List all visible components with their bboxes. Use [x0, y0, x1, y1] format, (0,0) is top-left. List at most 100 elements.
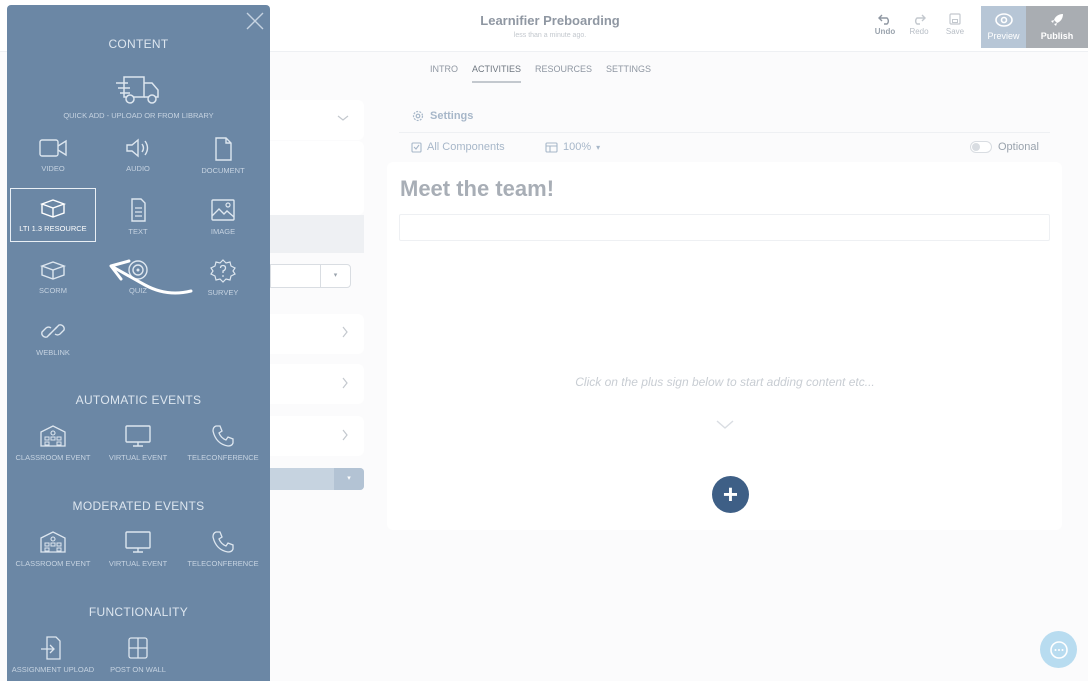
content-item-scorm[interactable]: SCORM	[10, 259, 96, 295]
layout-icon	[545, 141, 558, 153]
settings-label: Settings	[430, 110, 474, 122]
module-select[interactable]	[270, 264, 320, 288]
virtual-event-label: VIRTUAL EVENT	[108, 559, 168, 568]
tab-settings[interactable]: SETTINGS	[606, 64, 651, 83]
moderated-item-virtual-event[interactable]: VIRTUAL EVENT	[95, 530, 181, 568]
optional-toggle-group: Optional	[970, 141, 1039, 153]
content-item-audio[interactable]: AUDIO	[95, 137, 181, 173]
automatic-item-classroom-event[interactable]: CLASSROOM EVENT	[10, 424, 96, 462]
link-icon	[41, 324, 65, 338]
all-components-label: All Components	[427, 141, 505, 153]
monitor-icon	[125, 531, 151, 553]
grid-icon	[128, 637, 148, 659]
teleconference-label: TELECONFERENCE	[187, 453, 259, 462]
document-icon	[215, 137, 232, 161]
functionality-item-assignment-upload[interactable]: ASSIGNMENT UPLOAD	[10, 636, 96, 674]
section-title-moderated-events: MODERATED EVENTS	[72, 499, 205, 513]
chevron-right-icon[interactable]	[340, 376, 350, 393]
add-module-button[interactable]: ▾	[270, 468, 364, 490]
zoom-label: 100%	[563, 141, 592, 153]
undo-icon	[878, 14, 889, 25]
save-button[interactable]: Save	[940, 13, 970, 36]
delivery-truck-icon	[115, 76, 159, 104]
course-title: Learnifier Preboarding	[480, 13, 620, 28]
content-item-text[interactable]: TEXT	[95, 198, 181, 236]
lti-resource-label: LTI 1.3 RESOURCE	[19, 224, 87, 233]
quick-add-button[interactable]: QUICK ADD - UPLOAD OR FROM LIBRARY	[7, 73, 270, 120]
activity-settings-link[interactable]: Settings	[412, 110, 473, 122]
monitor-icon	[125, 425, 151, 447]
all-components-button[interactable]: All Components	[411, 141, 505, 153]
phone-icon	[212, 531, 234, 553]
undo-label: Undo	[874, 27, 896, 36]
content-item-lti-resource[interactable]: LTI 1.3 RESOURCE	[10, 188, 96, 242]
automatic-item-virtual-event[interactable]: VIRTUAL EVENT	[95, 424, 181, 462]
content-item-video[interactable]: VIDEO	[10, 137, 96, 173]
section-title-automatic-events: AUTOMATIC EVENTS	[75, 393, 202, 407]
rocket-icon	[1051, 14, 1063, 26]
chat-icon	[1049, 640, 1068, 659]
selected-activity-row[interactable]	[270, 215, 364, 253]
chevron-right-icon[interactable]	[340, 325, 350, 342]
phone-icon	[212, 425, 234, 447]
module-select-toggle[interactable]: ▾	[320, 264, 351, 288]
chevron-right-icon[interactable]	[340, 428, 350, 445]
add-module-dropdown[interactable]: ▾	[334, 468, 364, 490]
open-box-icon	[39, 199, 67, 218]
tab-resources[interactable]: RESOURCES	[535, 64, 592, 83]
content-item-document[interactable]: DOCUMENT	[180, 137, 266, 175]
weblink-label: WEBLINK	[36, 348, 70, 357]
chevron-down-icon[interactable]	[336, 110, 350, 126]
assignment-upload-label: ASSIGNMENT UPLOAD	[11, 665, 95, 674]
last-saved-status: less than a minute ago.	[513, 32, 587, 39]
zoom-select[interactable]: 100% ▾	[545, 141, 600, 153]
upload-document-icon	[41, 636, 61, 660]
course-tabs: INTRO ACTIVITIES RESOURCES SETTINGS	[430, 64, 651, 83]
tab-activities[interactable]: ACTIVITIES	[472, 64, 522, 83]
publish-button[interactable]: Publish	[1026, 6, 1088, 48]
section-title-functionality: FUNCTIONALITY	[88, 605, 189, 619]
text-document-icon	[131, 198, 146, 222]
close-icon[interactable]	[244, 10, 266, 32]
automatic-item-teleconference[interactable]: TELECONFERENCE	[180, 424, 266, 462]
description-field[interactable]	[399, 214, 1050, 241]
caret-down-icon: ▾	[596, 142, 601, 152]
video-icon	[39, 139, 67, 157]
tab-intro[interactable]: INTRO	[430, 64, 458, 83]
document-label: DOCUMENT	[201, 166, 245, 175]
annotation-arrow	[109, 259, 193, 295]
save-icon	[949, 13, 961, 25]
optional-toggle[interactable]	[970, 141, 992, 153]
module-body-card	[270, 141, 364, 215]
moderated-item-classroom-event[interactable]: CLASSROOM EVENT	[10, 530, 96, 568]
scorm-label: SCORM	[39, 286, 67, 295]
save-label: Save	[945, 27, 965, 36]
content-picker-panel: CONTENT QUICK ADD - UPLOAD OR FROM LIBRA…	[7, 5, 270, 681]
video-label: VIDEO	[41, 164, 65, 173]
package-icon	[39, 261, 67, 280]
redo-button[interactable]: Redo	[904, 13, 934, 36]
content-item-weblink[interactable]: WEBLINK	[10, 319, 96, 357]
content-item-image[interactable]: IMAGE	[180, 198, 266, 236]
add-content-button[interactable]: +	[712, 476, 749, 513]
publish-label: Publish	[1040, 31, 1074, 41]
moderated-item-teleconference[interactable]: TELECONFERENCE	[180, 530, 266, 568]
optional-label: Optional	[998, 141, 1039, 153]
classroom-event-label: CLASSROOM EVENT	[15, 453, 91, 462]
redo-label: Redo	[909, 27, 929, 36]
functionality-item-post-on-wall[interactable]: POST ON WALL	[95, 636, 181, 674]
undo-button[interactable]: Undo	[870, 13, 900, 36]
preview-button[interactable]: Preview	[981, 6, 1026, 48]
text-label: TEXT	[128, 227, 148, 236]
survey-label: SURVEY	[207, 288, 239, 297]
divider	[399, 132, 1050, 133]
section-title-content: CONTENT	[108, 37, 169, 51]
redo-icon	[915, 14, 926, 25]
gear-icon	[412, 110, 424, 122]
activity-title[interactable]: Meet the team!	[400, 176, 554, 202]
chevron-down-icon	[716, 420, 734, 429]
clipboard-icon	[411, 142, 422, 153]
chat-button[interactable]	[1040, 631, 1077, 668]
classroom-icon	[40, 425, 66, 447]
post-on-wall-label: POST ON WALL	[110, 665, 166, 674]
